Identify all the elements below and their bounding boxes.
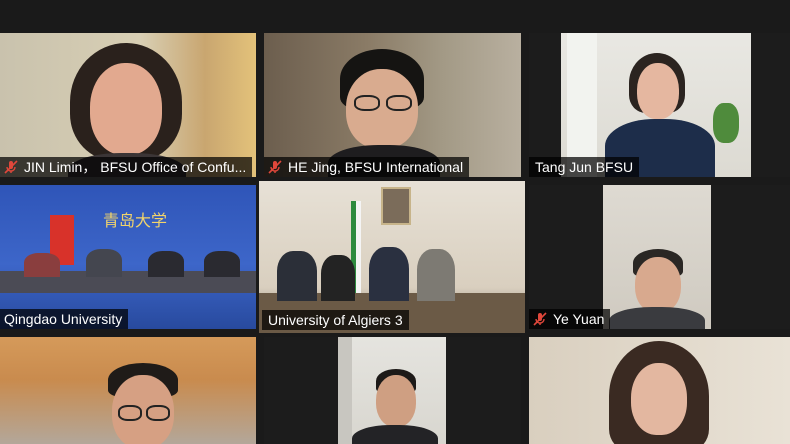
participant-name: HE Jing, BFSU International [288,159,464,175]
participant-name: Ye Yuan [553,311,605,327]
muted-mic-icon [4,160,18,174]
participant-tile-university-of-algiers-3[interactable]: University of Algiers 3 [259,181,525,333]
participant-name-label: HE Jing, BFSU International [264,157,470,177]
participant-tile-8[interactable] [264,337,521,444]
participant-video [609,341,719,444]
participant-tile-9[interactable] [529,337,790,444]
participant-tile-jin-limin[interactable]: JIN Limin， BFSU Office of Confu... [0,33,256,177]
participant-video [561,33,751,177]
participant-tile-ye-yuan[interactable]: Ye Yuan [529,185,790,329]
participant-video [603,185,711,329]
participant-tile-qingdao-university[interactable]: 青岛大学 Qingdao University [0,185,256,329]
participant-name-label: University of Algiers 3 [262,310,409,330]
participant-name: JIN Limin， BFSU Office of Confu... [24,159,247,175]
participant-name-label: JIN Limin， BFSU Office of Confu... [0,157,253,177]
participant-name-label: Ye Yuan [529,309,611,329]
participant-tile-7[interactable] [0,337,256,444]
participant-name-label: Qingdao University [0,309,129,329]
participant-video [338,337,446,444]
participant-name: University of Algiers 3 [268,312,403,328]
participant-name: Qingdao University [4,311,123,327]
video-gallery: { "tiles": [ {"name": "JIN Limin\uff0c B… [0,0,790,444]
participant-name-label: Tang Jun BFSU [529,157,640,177]
participant-tile-tang-jun[interactable]: Tang Jun BFSU [529,33,790,177]
muted-mic-icon [533,312,547,326]
banner-text: 青岛大学 [102,211,167,230]
muted-mic-icon [268,160,282,174]
participant-tile-he-jing[interactable]: HE Jing, BFSU International [264,33,521,177]
portrait-frame [381,187,411,225]
participant-video [100,363,190,444]
participant-name: Tang Jun BFSU [535,159,634,175]
